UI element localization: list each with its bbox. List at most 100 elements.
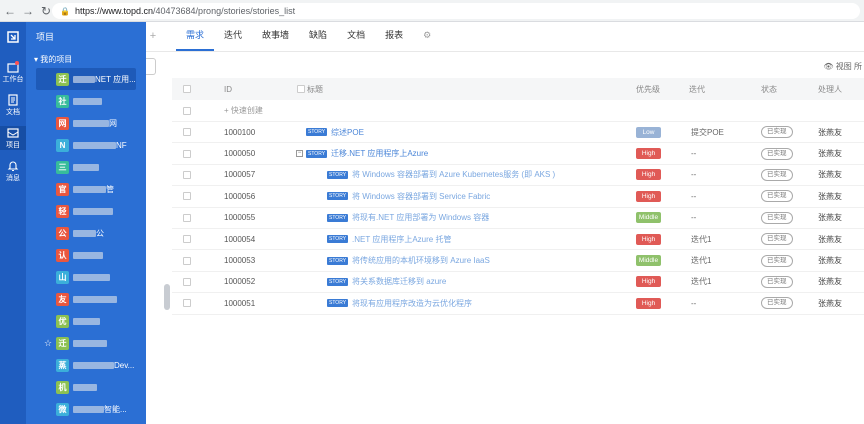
iteration-cell[interactable]: --: [691, 170, 696, 179]
rail-item-workbench[interactable]: 工作台: [0, 60, 26, 84]
row-checkbox[interactable]: [183, 256, 191, 265]
row-checkbox[interactable]: [183, 192, 191, 201]
story-title-text[interactable]: 将关系数据库迁移到 azure: [352, 277, 446, 286]
star-icon[interactable]: ☆: [44, 338, 52, 349]
row-checkbox[interactable]: [183, 106, 191, 115]
owner-cell[interactable]: 张燕友: [818, 255, 842, 266]
story-title-text[interactable]: 将 Windows 容器部署到 Service Fabric: [352, 192, 490, 201]
my-projects-group[interactable]: ▾ 我的项目: [26, 52, 146, 68]
project-item[interactable]: 轻: [26, 200, 146, 222]
project-item[interactable]: 优: [26, 310, 146, 332]
status-badge[interactable]: 已实现: [761, 190, 793, 203]
row-checkbox[interactable]: [183, 235, 191, 244]
select-all-checkbox[interactable]: [183, 85, 191, 93]
project-item[interactable]: 网网: [26, 112, 146, 134]
project-item[interactable]: 迁 NET 应用...: [36, 68, 136, 90]
priority-badge[interactable]: High: [636, 297, 661, 309]
row-checkbox[interactable]: [183, 277, 191, 286]
story-title[interactable]: STORY 将传统应用的本机环境移到 Azure IaaS: [327, 255, 490, 266]
header-title[interactable]: 标题: [297, 84, 323, 95]
tab-story-wall[interactable]: 故事墙: [252, 21, 299, 51]
table-row[interactable]: 1000052 STORY 将关系数据库迁移到 azure High 迭代1 已实现 张燕友: [172, 272, 864, 294]
priority-badge[interactable]: High: [636, 276, 661, 288]
status-badge[interactable]: 已实现: [761, 233, 793, 246]
collapse-icon[interactable]: −: [296, 150, 303, 158]
story-title-text[interactable]: 将现有.NET 应用部署为 Windows 容器: [352, 213, 489, 222]
status-badge[interactable]: 已实现: [761, 297, 793, 310]
status-badge[interactable]: 已实现: [761, 147, 793, 160]
project-item[interactable]: 山: [26, 266, 146, 288]
panel-resize-handle[interactable]: [164, 284, 170, 310]
row-checkbox[interactable]: [183, 213, 191, 222]
story-title-text[interactable]: 将 Windows 容器部署到 Azure Kubernetes服务 (即 AK…: [352, 170, 555, 179]
story-title-text[interactable]: 将传统应用的本机环境移到 Azure IaaS: [352, 256, 490, 265]
tab-iterations[interactable]: 迭代: [214, 21, 252, 51]
table-row[interactable]: 1000055 STORY 将现有.NET 应用部署为 Windows 容器 Midd…: [172, 208, 864, 229]
table-row[interactable]: 1000054 STORY .NET 应用程序上Azure 托管 High 迭代1 已实现…: [172, 229, 864, 251]
quick-create-row[interactable]: + 快速创建: [172, 100, 864, 122]
tab-docs[interactable]: 文档: [337, 21, 375, 51]
project-item[interactable]: ☆ 迁: [26, 332, 146, 354]
row-checkbox[interactable]: [183, 170, 191, 179]
owner-cell[interactable]: 张燕友: [818, 276, 842, 287]
owner-cell[interactable]: 张燕友: [818, 169, 842, 180]
rail-item-project[interactable]: 项目: [0, 126, 26, 150]
app-logo[interactable]: [0, 22, 26, 52]
status-badge[interactable]: 已实现: [761, 168, 793, 181]
table-row[interactable]: 1000057 STORY 将 Windows 容器部署到 Azure Kubern…: [172, 165, 864, 187]
priority-badge[interactable]: High: [636, 169, 661, 181]
project-item[interactable]: 认: [26, 244, 146, 266]
priority-badge[interactable]: Low: [636, 126, 661, 138]
project-item[interactable]: 微 智能...: [26, 398, 146, 420]
add-tab-icon[interactable]: +: [146, 21, 160, 51]
project-item[interactable]: 官管: [26, 178, 146, 200]
table-row[interactable]: 1000053 STORY 将传统应用的本机环境移到 Azure IaaS Middl…: [172, 250, 864, 272]
owner-cell[interactable]: 张燕友: [818, 298, 842, 309]
story-title[interactable]: STORY 将 Windows 容器部署到 Azure Kubernetes服务 …: [327, 169, 555, 180]
header-status[interactable]: 状态: [761, 84, 777, 95]
address-bar[interactable]: 🔒 https://www.topd.cn/40473684/prong/sto…: [52, 3, 860, 19]
owner-cell[interactable]: 张燕友: [818, 234, 842, 245]
project-item[interactable]: 蒸 Dev...: [26, 354, 146, 376]
row-checkbox[interactable]: [183, 149, 191, 158]
search-input[interactable]: [146, 58, 156, 75]
story-title[interactable]: STORY 将现有.NET 应用部署为 Windows 容器: [327, 212, 489, 223]
story-title[interactable]: STORY 将现有应用程序改造为云优化程序: [327, 298, 472, 309]
story-title[interactable]: − STORY 迁移.NET 应用程序上Azure: [296, 148, 428, 159]
story-title[interactable]: STORY 将关系数据库迁移到 azure: [327, 276, 446, 287]
view-toggle[interactable]: 👁 视图 所: [823, 61, 862, 72]
back-icon[interactable]: ←: [2, 3, 18, 19]
owner-cell[interactable]: 张燕友: [818, 212, 842, 223]
rail-item-docs[interactable]: 文档: [0, 93, 26, 117]
iteration-cell[interactable]: --: [691, 213, 696, 222]
tab-defects[interactable]: 缺陷: [299, 21, 337, 51]
project-item[interactable]: 友: [26, 288, 146, 310]
iteration-cell[interactable]: 提交POE: [691, 127, 724, 138]
story-title[interactable]: STORY 将 Windows 容器部署到 Service Fabric: [327, 191, 490, 202]
settings-icon[interactable]: ⚙: [413, 21, 441, 51]
tab-requirements[interactable]: 需求: [176, 21, 215, 51]
header-id[interactable]: ID: [224, 85, 232, 94]
story-title-text[interactable]: 迁移.NET 应用程序上Azure: [331, 149, 428, 158]
priority-badge[interactable]: High: [636, 190, 661, 202]
priority-badge[interactable]: High: [636, 233, 661, 245]
quick-create-label[interactable]: + 快速创建: [224, 105, 263, 116]
iteration-cell[interactable]: --: [691, 149, 696, 158]
forward-icon[interactable]: →: [20, 3, 36, 19]
project-item[interactable]: 三: [26, 156, 146, 178]
header-iteration[interactable]: 迭代: [689, 84, 705, 95]
rail-item-messages[interactable]: 消息: [0, 159, 26, 183]
story-title-text[interactable]: 综述POE: [331, 128, 364, 137]
table-row[interactable]: 1000100 STORY 综述POE Low 提交POE 已实现 张燕友: [172, 122, 864, 144]
table-row[interactable]: 1000056 STORY 将 Windows 容器部署到 Service Fabr…: [172, 186, 864, 208]
status-badge[interactable]: 已实现: [761, 211, 793, 224]
row-checkbox[interactable]: [183, 299, 191, 308]
owner-cell[interactable]: 张燕友: [818, 148, 842, 159]
row-checkbox[interactable]: [183, 128, 191, 137]
owner-cell[interactable]: 张燕友: [818, 127, 842, 138]
priority-badge[interactable]: High: [636, 148, 661, 160]
header-owner[interactable]: 处理人: [818, 84, 842, 95]
status-badge[interactable]: 已实现: [761, 126, 793, 139]
priority-badge[interactable]: Middle: [636, 255, 661, 267]
iteration-cell[interactable]: 迭代1: [691, 276, 711, 287]
